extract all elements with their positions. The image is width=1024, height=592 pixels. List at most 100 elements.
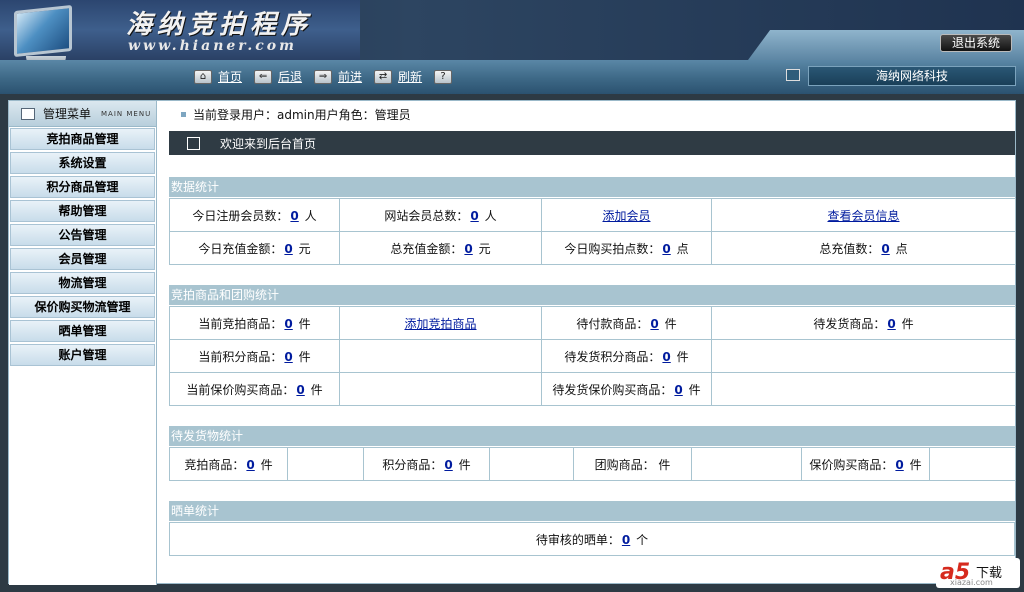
table-row: 当前竞拍商品： 0 件 添加竞拍商品 待付款商品： 0 件 待发货商品： 0 件 <box>169 306 1016 340</box>
sidebar-item-auction-goods[interactable]: 竞拍商品管理 <box>10 128 155 150</box>
monitor-icon <box>14 4 72 58</box>
menu-title: 管理菜单 <box>43 107 92 121</box>
nav-bar: ⌂ 首页 ⇐ 后退 ⇒ 前进 ⇄ 刷新 ? 海纳网络科技 <box>0 60 1024 94</box>
sidebar-item-announcements[interactable]: 公告管理 <box>10 224 155 246</box>
stat-value[interactable]: 0 <box>282 242 294 256</box>
stat-value[interactable]: 0 <box>660 350 672 364</box>
stat-label: 待发货商品： <box>813 316 886 331</box>
stat-unit: 件 <box>909 457 922 472</box>
welcome-text: 欢迎来到后台首页 <box>220 136 317 151</box>
nav-back-link[interactable]: 后退 <box>278 68 302 85</box>
stat-unit: 点 <box>895 241 908 256</box>
sidebar-item-showcase[interactable]: 晒单管理 <box>10 320 155 342</box>
checkbox-icon <box>187 136 200 150</box>
stat-label: 待付款商品： <box>576 316 649 331</box>
stat-unit: 人 <box>304 208 317 223</box>
stat-value[interactable]: 0 <box>672 383 684 397</box>
content-area: 当前登录用户：admin用户角色：管理员 欢迎来到后台首页 数据统计 今日注册会… <box>165 101 1016 585</box>
refresh-icon[interactable]: ⇄ <box>374 69 393 84</box>
stat-value[interactable]: 0 <box>282 350 294 364</box>
section-title-shipping-stats: 待发货物统计 <box>169 426 1015 446</box>
stat-value[interactable]: 0 <box>442 458 454 472</box>
table-cell: 总充值金额： 0 元 <box>339 231 542 265</box>
table-row: 当前保价购买商品： 0 件 待发货保价购买商品： 0 件 <box>169 372 1016 406</box>
nav-forward-link[interactable]: 前进 <box>338 68 362 85</box>
stat-unit: 个 <box>636 532 649 547</box>
sidebar-item-members[interactable]: 会员管理 <box>10 248 155 270</box>
app-title: 海纳竞拍程序 <box>126 10 313 40</box>
stat-unit: 件 <box>298 316 311 331</box>
table-cell <box>489 447 574 481</box>
nav-refresh-link[interactable]: 刷新 <box>398 68 422 85</box>
sidebar-item-help[interactable]: 帮助管理 <box>10 200 155 222</box>
table-cell: 积分商品： 0 件 <box>363 447 490 481</box>
table-row: 今日充值金额： 0 元 总充值金额： 0 元 今日购买拍点数： 0 点 总充值数： 0 … <box>169 231 1016 265</box>
table-row: 今日注册会员数： 0 人 网站会员总数： 0 人 添加会员 查看会员信息 <box>169 198 1016 232</box>
stat-unit: 件 <box>458 457 471 472</box>
sidebar-item-accounts[interactable]: 账户管理 <box>10 344 155 366</box>
table-cell <box>711 372 1016 406</box>
table-cell: 待发货商品： 0 件 <box>711 306 1016 340</box>
section-title-data-stats: 数据统计 <box>169 177 1015 197</box>
table-cell: 今日注册会员数： 0 人 <box>169 198 340 232</box>
table-cell: 待发货积分商品： 0 件 <box>541 339 712 373</box>
stat-unit: 件 <box>310 382 323 397</box>
stat-value[interactable]: 0 <box>620 533 632 547</box>
nav-home-link[interactable]: 首页 <box>218 68 242 85</box>
shipping-stats-table: 竞拍商品： 0 件 积分商品： 0 件 团购商品： 件 保价购买商品： 0 件 <box>169 447 1016 481</box>
stat-value[interactable]: 0 <box>288 209 300 223</box>
stat-value[interactable]: 0 <box>648 317 660 331</box>
sidebar: 管理菜单 MAIN MENU 竞拍商品管理 系统设置 积分商品管理 帮助管理 公… <box>9 101 157 585</box>
stat-value[interactable]: 0 <box>885 317 897 331</box>
company-name[interactable]: 海纳网络科技 <box>808 66 1016 86</box>
stat-value[interactable]: 0 <box>244 458 256 472</box>
table-cell: 今日购买拍点数： 0 点 <box>541 231 712 265</box>
stat-label: 今日充值金额： <box>198 241 283 256</box>
section-title-goods-stats: 竞拍商品和团购统计 <box>169 285 1015 305</box>
stat-value[interactable]: 0 <box>282 317 294 331</box>
table-cell: 当前保价购买商品： 0 件 <box>169 372 340 406</box>
stat-unit: 件 <box>658 457 671 472</box>
view-members-link[interactable]: 查看会员信息 <box>827 209 899 223</box>
showcase-stats-table: 待审核的晒单： 0 个 <box>169 522 1015 556</box>
goods-stats-table: 当前竞拍商品： 0 件 添加竞拍商品 待付款商品： 0 件 待发货商品： 0 件 当前… <box>169 306 1016 406</box>
welcome-bar: 欢迎来到后台首页 <box>169 131 1015 155</box>
table-row: 当前积分商品： 0 件 待发货积分商品： 0 件 <box>169 339 1016 373</box>
stat-value[interactable]: 0 <box>468 209 480 223</box>
user-info-text: 当前登录用户：admin用户角色：管理员 <box>193 107 411 122</box>
watermark-sub: xiazai.com <box>950 578 993 587</box>
stat-value[interactable]: 0 <box>660 242 672 256</box>
watermark-logo: a5 下载 xiazai.com <box>936 558 1020 588</box>
stat-label: 当前竞拍商品： <box>198 316 283 331</box>
stat-unit: 元 <box>478 241 491 256</box>
stat-value[interactable]: 0 <box>462 242 474 256</box>
forward-arrow-icon[interactable]: ⇒ <box>314 69 333 84</box>
table-cell: 网站会员总数： 0 人 <box>339 198 542 232</box>
table-cell: 查看会员信息 <box>711 198 1016 232</box>
table-cell: 总充值数： 0 点 <box>711 231 1016 265</box>
stat-value[interactable]: 0 <box>893 458 905 472</box>
app-url: www.hianer.com <box>128 38 297 54</box>
nav-items: ⌂ 首页 ⇐ 后退 ⇒ 前进 ⇄ 刷新 ? <box>194 68 458 85</box>
stat-label: 网站会员总数： <box>384 208 469 223</box>
sidebar-item-points-goods[interactable]: 积分商品管理 <box>10 176 155 198</box>
add-member-link[interactable]: 添加会员 <box>602 209 650 223</box>
sidebar-item-system-settings[interactable]: 系统设置 <box>10 152 155 174</box>
stat-label: 今日购买拍点数： <box>564 241 661 256</box>
help-icon[interactable]: ? <box>434 69 453 84</box>
back-arrow-icon[interactable]: ⇐ <box>254 69 273 84</box>
sidebar-item-logistics[interactable]: 物流管理 <box>10 272 155 294</box>
logout-button[interactable]: 退出系统 <box>940 34 1012 52</box>
add-auction-link[interactable]: 添加竞拍商品 <box>404 317 476 331</box>
home-icon[interactable]: ⌂ <box>194 69 212 84</box>
stat-label: 当前保价购买商品： <box>186 382 295 397</box>
header: 海纳竞拍程序 www.hianer.com 退出系统 <box>0 0 1024 60</box>
stat-unit: 件 <box>688 382 701 397</box>
menu-icon <box>21 107 35 120</box>
stat-value[interactable]: 0 <box>879 242 891 256</box>
sidebar-item-insured-logistics[interactable]: 保价购买物流管理 <box>10 296 155 318</box>
stat-value[interactable]: 0 <box>294 383 306 397</box>
stat-label: 保价购买商品： <box>809 457 894 472</box>
user-info-bar: 当前登录用户：admin用户角色：管理员 <box>165 101 1015 127</box>
stat-label: 积分商品： <box>382 457 443 472</box>
